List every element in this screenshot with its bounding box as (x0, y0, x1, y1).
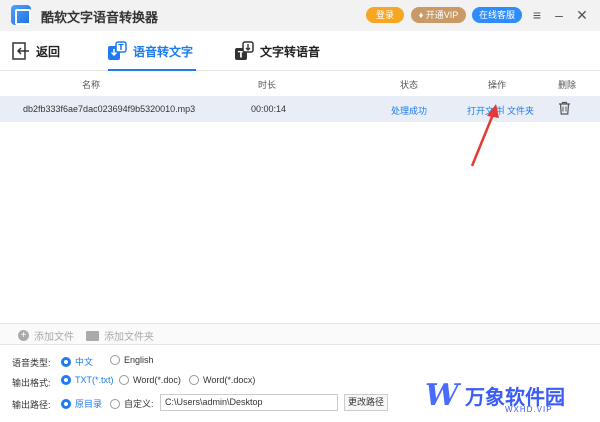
file-name: db2fb333f6ae7dac023694f9b5320010.mp3 (23, 104, 196, 114)
title-bar: 酷软文字语音转换器 登录 ♦ 开通VIP 在线客服 ≡ – ✕ (0, 0, 600, 31)
tab-speech-to-text[interactable]: T 语音转文字 (107, 40, 193, 62)
back-button[interactable]: 返回 (12, 41, 60, 61)
column-duration: 时长 (258, 80, 277, 90)
radio-custom-dir-label: 自定义: (124, 399, 154, 409)
add-folder-button[interactable]: 添加文件夹 (86, 328, 154, 343)
format-label: 输出格式: (12, 378, 51, 388)
folder-plus-icon (86, 330, 99, 341)
radio-dot-icon (61, 356, 71, 367)
table-header: 名称 时长 状态 操作 删除 (0, 72, 600, 94)
radio-dot-icon (61, 375, 71, 385)
app-logo-icon (11, 5, 31, 25)
online-service-button[interactable]: 在线客服 (472, 7, 522, 23)
radio-txt-label: TXT(*.txt) (75, 375, 114, 385)
svg-text:T: T (118, 43, 124, 52)
add-folder-label: 添加文件夹 (104, 332, 154, 343)
back-label: 返回 (36, 44, 61, 59)
login-button[interactable]: 登录 (366, 7, 404, 23)
add-file-button[interactable]: + 添加文件 (18, 328, 74, 343)
radio-chinese-label: 中文 (75, 357, 94, 367)
menu-icon[interactable]: ≡ (529, 6, 545, 24)
app-title: 酷软文字语音转换器 (41, 10, 159, 25)
radio-doc[interactable]: Word(*.doc) (119, 375, 181, 385)
radio-original-dir[interactable]: 原目录 (61, 397, 102, 410)
minimize-icon[interactable]: – (551, 6, 567, 24)
action-separator: | (502, 104, 505, 114)
open-file-link[interactable]: 打开文件 (467, 104, 503, 117)
change-path-button[interactable]: 更改路径 (344, 394, 388, 411)
nav-bar: 返回 T 语音转文字 T 文字转语音 (0, 31, 600, 71)
vip-label: 开通VIP (425, 10, 459, 20)
radio-dot-icon (110, 398, 120, 409)
output-path-input[interactable]: C:\Users\admin\Desktop (160, 394, 338, 411)
radio-doc-label: Word(*.doc) (133, 375, 181, 385)
path-label: 输出路径: (12, 400, 51, 410)
tab-speech-to-text-label: 语音转文字 (133, 44, 194, 59)
column-status: 状态 (400, 80, 419, 90)
radio-dot-icon (110, 355, 120, 365)
trash-icon[interactable] (558, 101, 571, 117)
brand-url: WXHD.VIP (505, 405, 553, 414)
diamond-icon: ♦ (418, 10, 426, 20)
radio-original-dir-label: 原目录 (75, 399, 103, 409)
add-file-label: 添加文件 (34, 332, 74, 343)
language-option-row: 语音类型: 中文 English (0, 352, 600, 370)
radio-dot-icon (61, 398, 71, 409)
radio-docx-label: Word(*.docx) (203, 375, 256, 385)
column-action: 操作 (488, 80, 507, 90)
radio-chinese[interactable]: 中文 (61, 355, 93, 368)
vip-button[interactable]: ♦ 开通VIP (411, 7, 466, 23)
file-status: 处理成功 (391, 106, 428, 116)
active-tab-indicator (108, 69, 196, 71)
radio-dot-icon (189, 375, 199, 385)
language-label: 语音类型: (12, 358, 51, 368)
tab-text-to-speech-label: 文字转语音 (260, 44, 321, 59)
back-icon (12, 42, 29, 60)
radio-docx[interactable]: Word(*.docx) (189, 375, 255, 385)
table-row[interactable]: db2fb333f6ae7dac023694f9b5320010.mp3 00:… (0, 96, 600, 122)
column-name: 名称 (82, 80, 101, 90)
radio-txt[interactable]: TXT(*.txt) (61, 375, 114, 385)
radio-dot-icon (119, 375, 129, 385)
brand-logo-icon: W (425, 378, 459, 413)
add-circle-icon: + (18, 330, 29, 341)
text-to-speech-icon: T (235, 41, 254, 61)
tab-text-to-speech[interactable]: T 文字转语音 (234, 40, 320, 62)
radio-english[interactable]: English (110, 355, 154, 365)
add-file-bar: + 添加文件 添加文件夹 (0, 323, 600, 345)
close-icon[interactable]: ✕ (574, 6, 590, 24)
radio-custom-dir[interactable]: 自定义: (110, 397, 154, 410)
radio-english-label: English (124, 355, 154, 365)
open-folder-link[interactable]: 文件夹 (507, 104, 534, 117)
speech-to-text-icon: T (108, 41, 127, 60)
column-delete: 删除 (558, 80, 577, 90)
file-duration: 00:00:14 (251, 104, 287, 114)
